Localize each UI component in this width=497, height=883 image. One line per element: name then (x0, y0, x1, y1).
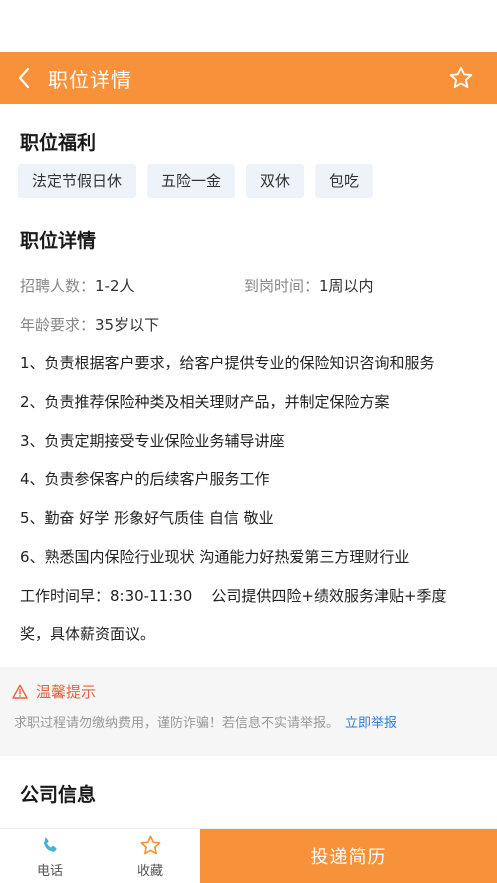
warning-title: 温馨提示 (12, 681, 96, 702)
back-button[interactable] (2, 52, 46, 104)
star-outline-icon (140, 835, 160, 855)
benefits-title: 职位福利 (20, 132, 97, 154)
report-link[interactable]: 立即举报 (345, 716, 397, 731)
bottom-action-bar: 电话 收藏 投递简历 (0, 828, 497, 883)
age-label: 年龄要求： (20, 316, 96, 334)
duty-item: 2、负责推荐保险种类及相关理财产品，并制定保险方案 (20, 393, 390, 411)
warning-text: 求职过程请勿缴纳费用，谨防诈骗！若信息不实请举报。 立即举报 (14, 712, 397, 731)
benefit-tag: 五险一金 (147, 164, 236, 198)
benefit-tag: 双休 (246, 164, 305, 198)
page-title: 职位详情 (48, 67, 132, 92)
warning-message: 求职过程请勿缴纳费用，谨防诈骗！若信息不实请举报。 (14, 716, 340, 731)
age-value: 35岁以下 (95, 316, 160, 334)
duty-item: 奖，具体薪资面议。 (20, 625, 156, 643)
warning-title-text: 温馨提示 (36, 683, 97, 701)
recruit-count: 招聘人数：1-2人 (20, 275, 135, 296)
arrival-label: 到岗时间： (244, 277, 320, 295)
recruit-label: 招聘人数： (20, 277, 96, 295)
duty-item: 6、熟悉国内保险行业现状 沟通能力好热爱第三方理财行业 (20, 548, 410, 566)
star-icon (449, 66, 473, 89)
favorite-label: 收藏 (136, 864, 163, 879)
favorite-button[interactable]: 收藏 (100, 829, 200, 883)
duty-item: 5、勤奋 好学 形象好气质佳 自信 敬业 (20, 509, 274, 527)
chevron-left-icon (18, 67, 30, 89)
status-bar (0, 0, 497, 52)
benefit-tags: 法定节假日休 五险一金 双休 包吃 (18, 164, 374, 198)
benefit-tag: 法定节假日休 (18, 164, 137, 198)
favorite-star-button[interactable] (447, 64, 475, 92)
arrival-value: 1周以内 (319, 277, 374, 295)
company-info-title: 公司信息 (20, 784, 97, 806)
warning-icon (12, 684, 28, 699)
duty-item: 4、负责参保客户的后续客户服务工作 (20, 470, 270, 488)
phone-button[interactable]: 电话 (0, 829, 100, 883)
submit-resume-button[interactable]: 投递简历 (200, 829, 497, 883)
benefit-tag: 包吃 (315, 164, 374, 198)
details-title: 职位详情 (20, 230, 97, 252)
age-requirement: 年龄要求：35岁以下 (20, 314, 159, 335)
phone-icon (44, 837, 57, 852)
arrival-time: 到岗时间：1周以内 (244, 275, 374, 296)
phone-label: 电话 (36, 863, 63, 879)
duty-item: 1、负责根据客户要求，给客户提供专业的保险知识咨询和服务 (20, 354, 435, 372)
duty-item: 工作时间早：8:30-11:30 公司提供四险+绩效服务津贴+季度 (20, 587, 447, 605)
warning-box: 温馨提示 求职过程请勿缴纳费用，谨防诈骗！若信息不实请举报。 立即举报 (0, 667, 497, 756)
header-bar: 职位详情 (0, 52, 497, 104)
duty-item: 3、负责定期接受专业保险业务辅导讲座 (20, 432, 285, 450)
recruit-value: 1-2人 (95, 277, 135, 295)
